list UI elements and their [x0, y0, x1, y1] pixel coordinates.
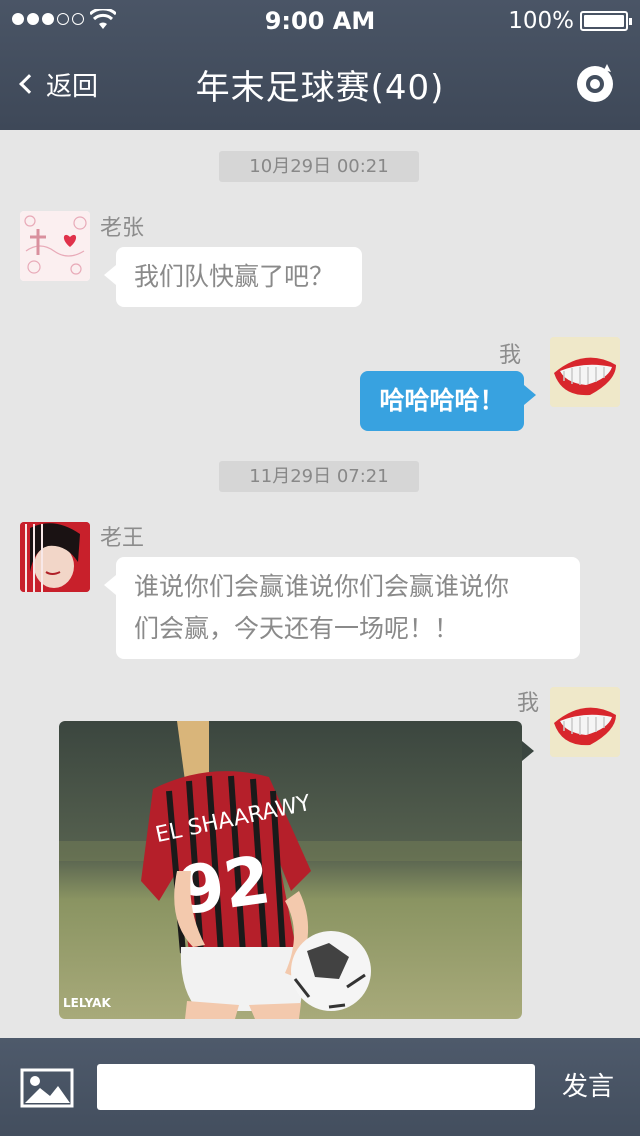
- image-message[interactable]: EL SHAARAWY 92 LELYAK: [59, 721, 522, 1019]
- message-line: 谁说你们会赢谁说你们会赢谁说你: [134, 572, 510, 601]
- sender-name: 我: [517, 691, 540, 716]
- image-bubble-tail: [522, 741, 534, 761]
- message-bubble[interactable]: 哈哈哈哈！: [360, 371, 536, 431]
- composer-bar: 发言: [0, 1038, 640, 1136]
- timestamp: 11月29日 07:21: [219, 461, 419, 492]
- battery-icon: [580, 11, 632, 31]
- page-title: 年末足球赛(40): [195, 68, 445, 108]
- sender-name: 老王: [100, 526, 145, 551]
- message-bubble[interactable]: 我们队快赢了吧？: [104, 247, 362, 307]
- message-input[interactable]: [97, 1064, 535, 1110]
- timestamp: 10月29日 00:21: [219, 151, 419, 182]
- message-line: 们会赢，今天还有一场呢！！: [134, 614, 460, 643]
- avatar-image: [550, 337, 620, 407]
- chat-area[interactable]: 10月29日 00:21 老张 我们队快赢了吧？ 我 哈哈哈哈！ 11月29日 …: [0, 130, 640, 1038]
- sender-name: 老张: [100, 216, 145, 241]
- avatar[interactable]: [20, 522, 90, 592]
- camera-icon[interactable]: [574, 60, 618, 104]
- image-icon[interactable]: [20, 1068, 74, 1108]
- battery-percent: 100%: [508, 8, 574, 34]
- avatar-image: [20, 211, 90, 281]
- send-button[interactable]: 发言: [548, 1064, 628, 1110]
- avatar[interactable]: [550, 337, 620, 407]
- status-bar: 9:00 AM 100%: [0, 0, 640, 42]
- nav-bar: 返回 年末足球赛(40): [0, 42, 640, 130]
- top-bar: 9:00 AM 100% 返回 年末足球赛(40): [0, 0, 640, 130]
- photo-watermark: LELYAK: [63, 996, 111, 1010]
- avatar-image: [550, 687, 620, 757]
- avatar-image: [20, 522, 90, 592]
- avatar[interactable]: [20, 211, 90, 281]
- sender-name: 我: [499, 343, 522, 368]
- photo: EL SHAARAWY 92 LELYAK: [59, 721, 522, 1019]
- avatar[interactable]: [550, 687, 620, 757]
- message-bubble[interactable]: 谁说你们会赢谁说你们会赢谁说你 们会赢，今天还有一场呢！！: [104, 557, 580, 659]
